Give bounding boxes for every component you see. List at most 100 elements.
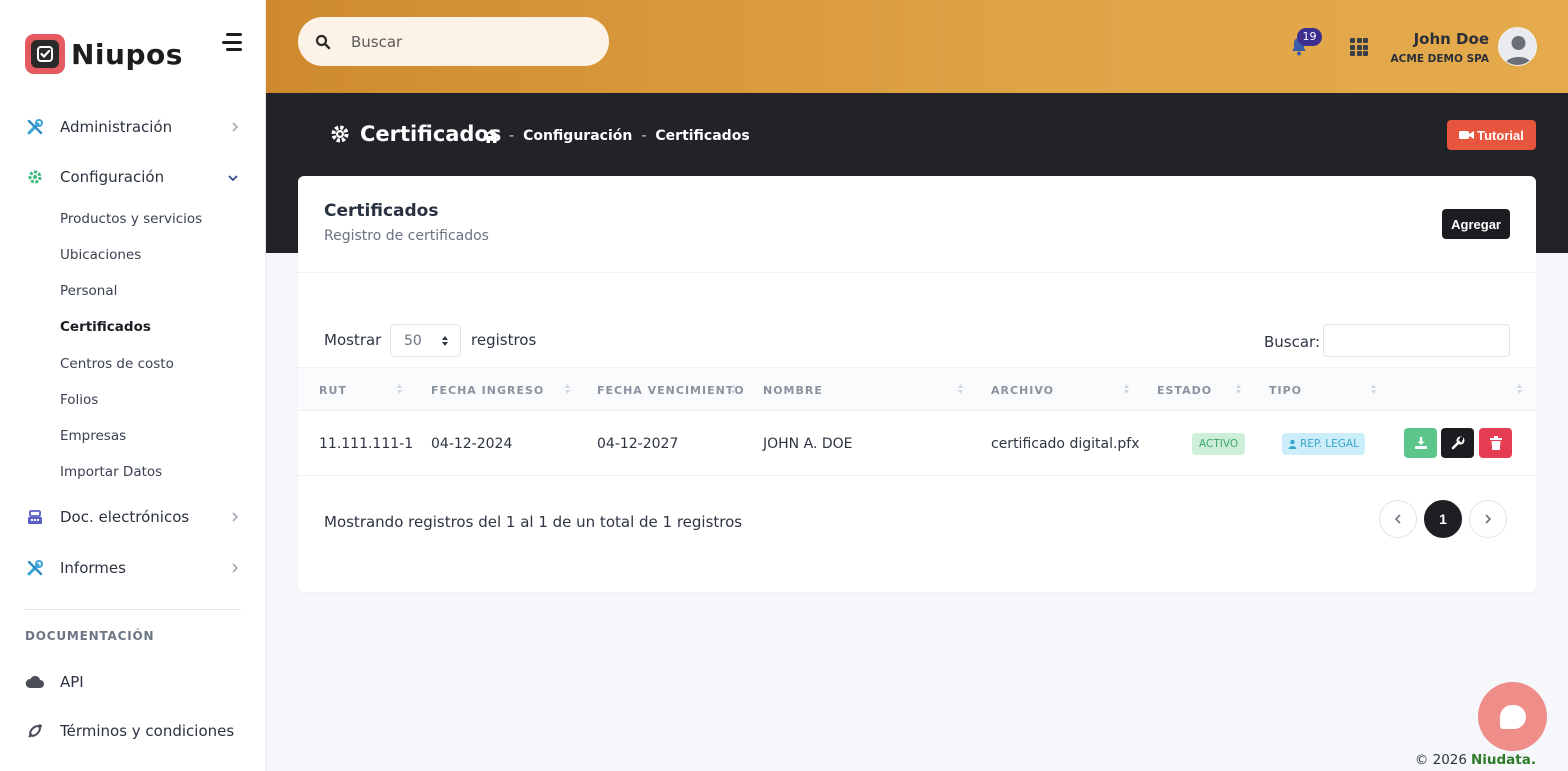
- sidebar-subitem-personal[interactable]: Personal: [60, 283, 117, 299]
- apps-grid-icon[interactable]: [1350, 38, 1368, 56]
- sort-icon: [397, 384, 402, 394]
- sort-icon: [565, 384, 570, 394]
- card-subtitle: Registro de certificados: [324, 228, 489, 244]
- global-search-input[interactable]: [351, 32, 581, 51]
- sort-icon: [1124, 384, 1129, 394]
- column-fecha-ingreso[interactable]: FECHA INGRESO: [431, 368, 544, 412]
- chevron-right-icon: [232, 563, 239, 573]
- sidebar-subitem-ubicaciones[interactable]: Ubicaciones: [60, 247, 141, 263]
- notifications-badge: 19: [1297, 28, 1322, 46]
- sidebar-subitem-folios[interactable]: Folios: [60, 392, 98, 408]
- tools-icon: [25, 117, 45, 137]
- records-label: registros: [471, 331, 537, 349]
- certificates-card: Certificados Registro de certificados Ag…: [298, 176, 1536, 592]
- sidebar-item-label: Términos y condiciones: [60, 722, 235, 740]
- tutorial-button[interactable]: Tutorial: [1447, 120, 1536, 150]
- column-fecha-vencimiento[interactable]: FECHA VENCIMIENTO: [597, 368, 745, 412]
- cell-archivo: certificado digital.pfx: [991, 435, 1140, 452]
- sidebar-item-doc-electronicos[interactable]: Doc. electrónicos: [25, 502, 243, 532]
- column-rut[interactable]: RUT: [319, 368, 347, 412]
- pager-page-button[interactable]: 1: [1424, 500, 1462, 538]
- table-search-label: Buscar:: [1264, 333, 1321, 351]
- menu-toggle-icon[interactable]: [220, 33, 242, 51]
- pager-next-button[interactable]: [1469, 500, 1507, 538]
- breadcrumb: - Configuración - Certificados: [483, 128, 750, 144]
- chevron-right-icon: [1485, 514, 1492, 524]
- sidebar-item-configuracion[interactable]: Configuración: [25, 162, 243, 192]
- sidebar-item-label: Administración: [60, 118, 173, 136]
- sort-arrows-icon: [442, 336, 448, 346]
- user-icon: [1288, 439, 1297, 449]
- sidebar-subitem-productos[interactable]: Productos y servicios: [60, 211, 202, 227]
- delete-button[interactable]: [1479, 428, 1512, 458]
- show-label: Mostrar: [324, 331, 382, 349]
- cell-rut: 11.111.111-1: [319, 435, 414, 452]
- sidebar-subitem-certificados[interactable]: Certificados: [60, 319, 151, 335]
- column-estado[interactable]: ESTADO: [1157, 368, 1212, 412]
- video-camera-icon: [1459, 131, 1475, 139]
- sidebar-subitem-empresas[interactable]: Empresas: [60, 428, 126, 444]
- cloud-icon: [25, 672, 45, 692]
- sort-icon: [1371, 384, 1376, 394]
- card-divider: [298, 272, 1536, 273]
- cell-fecha-vencimiento: 04-12-2027: [597, 435, 679, 452]
- sidebar-subitem-importar-datos[interactable]: Importar Datos: [60, 464, 162, 480]
- cell-fecha-ingreso: 04-12-2024: [431, 435, 513, 452]
- table-summary: Mostrando registros del 1 al 1 de un tot…: [324, 513, 743, 531]
- sort-icon: [731, 384, 736, 394]
- avatar[interactable]: [1498, 27, 1537, 66]
- chevron-left-icon: [1394, 514, 1401, 524]
- download-button[interactable]: [1404, 428, 1437, 458]
- brand-name: Niupos: [71, 37, 183, 71]
- breadcrumb-configuracion[interactable]: Configuración: [523, 128, 632, 144]
- user-name[interactable]: John Doe: [1414, 30, 1489, 48]
- chevron-right-icon: [232, 512, 239, 522]
- footer: © 2026 Niudata.: [1415, 752, 1536, 768]
- sort-icon: [1517, 384, 1522, 394]
- footer-company-link[interactable]: Niudata.: [1471, 752, 1536, 768]
- gear-icon: [331, 125, 349, 143]
- search-icon: [315, 34, 331, 49]
- add-button[interactable]: Agregar: [1442, 209, 1510, 239]
- sidebar-divider: [25, 609, 241, 610]
- table-search-input[interactable]: [1323, 324, 1510, 357]
- docs-heading: DOCUMENTACIÓN: [25, 629, 155, 643]
- home-icon[interactable]: [483, 128, 500, 144]
- sort-icon: [958, 384, 963, 394]
- sidebar-item-label: API: [60, 673, 84, 691]
- sidebar-item-api[interactable]: API: [25, 667, 243, 697]
- brand[interactable]: Niupos: [25, 34, 183, 74]
- gear-icon: [25, 167, 45, 187]
- cell-nombre: JOHN A. DOE: [763, 435, 853, 452]
- sidebar-subitem-centros-costo[interactable]: Centros de costo: [60, 356, 174, 372]
- sidebar-item-label: Doc. electrónicos: [60, 508, 190, 526]
- chat-bubble-icon: [1499, 704, 1526, 729]
- chat-button[interactable]: [1478, 682, 1547, 751]
- sidebar-item-label: Informes: [60, 559, 126, 577]
- user-company: ACME DEMO SPA: [1390, 53, 1489, 65]
- cash-register-icon: [25, 507, 45, 527]
- page-title: Certificados: [330, 122, 501, 146]
- niupos-logo-icon: [25, 34, 65, 74]
- table-row: 11.111.111-1 04-12-2024 04-12-2027 JOHN …: [298, 411, 1536, 476]
- sidebar: Niupos Administración Configuración Prod…: [0, 0, 266, 771]
- sidebar-item-terminos[interactable]: Términos y condiciones: [25, 716, 243, 746]
- wrench-icon: [1451, 436, 1464, 450]
- chevron-right-icon: [232, 122, 239, 132]
- type-badge: REP. LEGAL: [1282, 433, 1365, 455]
- table-header: RUT FECHA INGRESO FECHA VENCIMIENTO NOMB…: [298, 367, 1536, 411]
- edit-button[interactable]: [1441, 428, 1474, 458]
- global-search[interactable]: [298, 17, 609, 66]
- page-size-select[interactable]: 50: [390, 324, 461, 357]
- satellite-icon: [25, 721, 45, 741]
- tools-icon: [25, 558, 45, 578]
- column-tipo[interactable]: TIPO: [1269, 368, 1302, 412]
- sidebar-item-informes[interactable]: Informes: [25, 553, 243, 583]
- topbar: 19 John Doe ACME DEMO SPA: [266, 0, 1568, 93]
- column-nombre[interactable]: NOMBRE: [763, 368, 823, 412]
- footer-copyright: © 2026: [1414, 752, 1467, 768]
- pager-previous-button[interactable]: [1379, 500, 1417, 538]
- status-badge: ACTIVO: [1192, 433, 1246, 455]
- sidebar-item-administracion[interactable]: Administración: [25, 112, 243, 142]
- column-archivo[interactable]: ARCHIVO: [991, 368, 1054, 412]
